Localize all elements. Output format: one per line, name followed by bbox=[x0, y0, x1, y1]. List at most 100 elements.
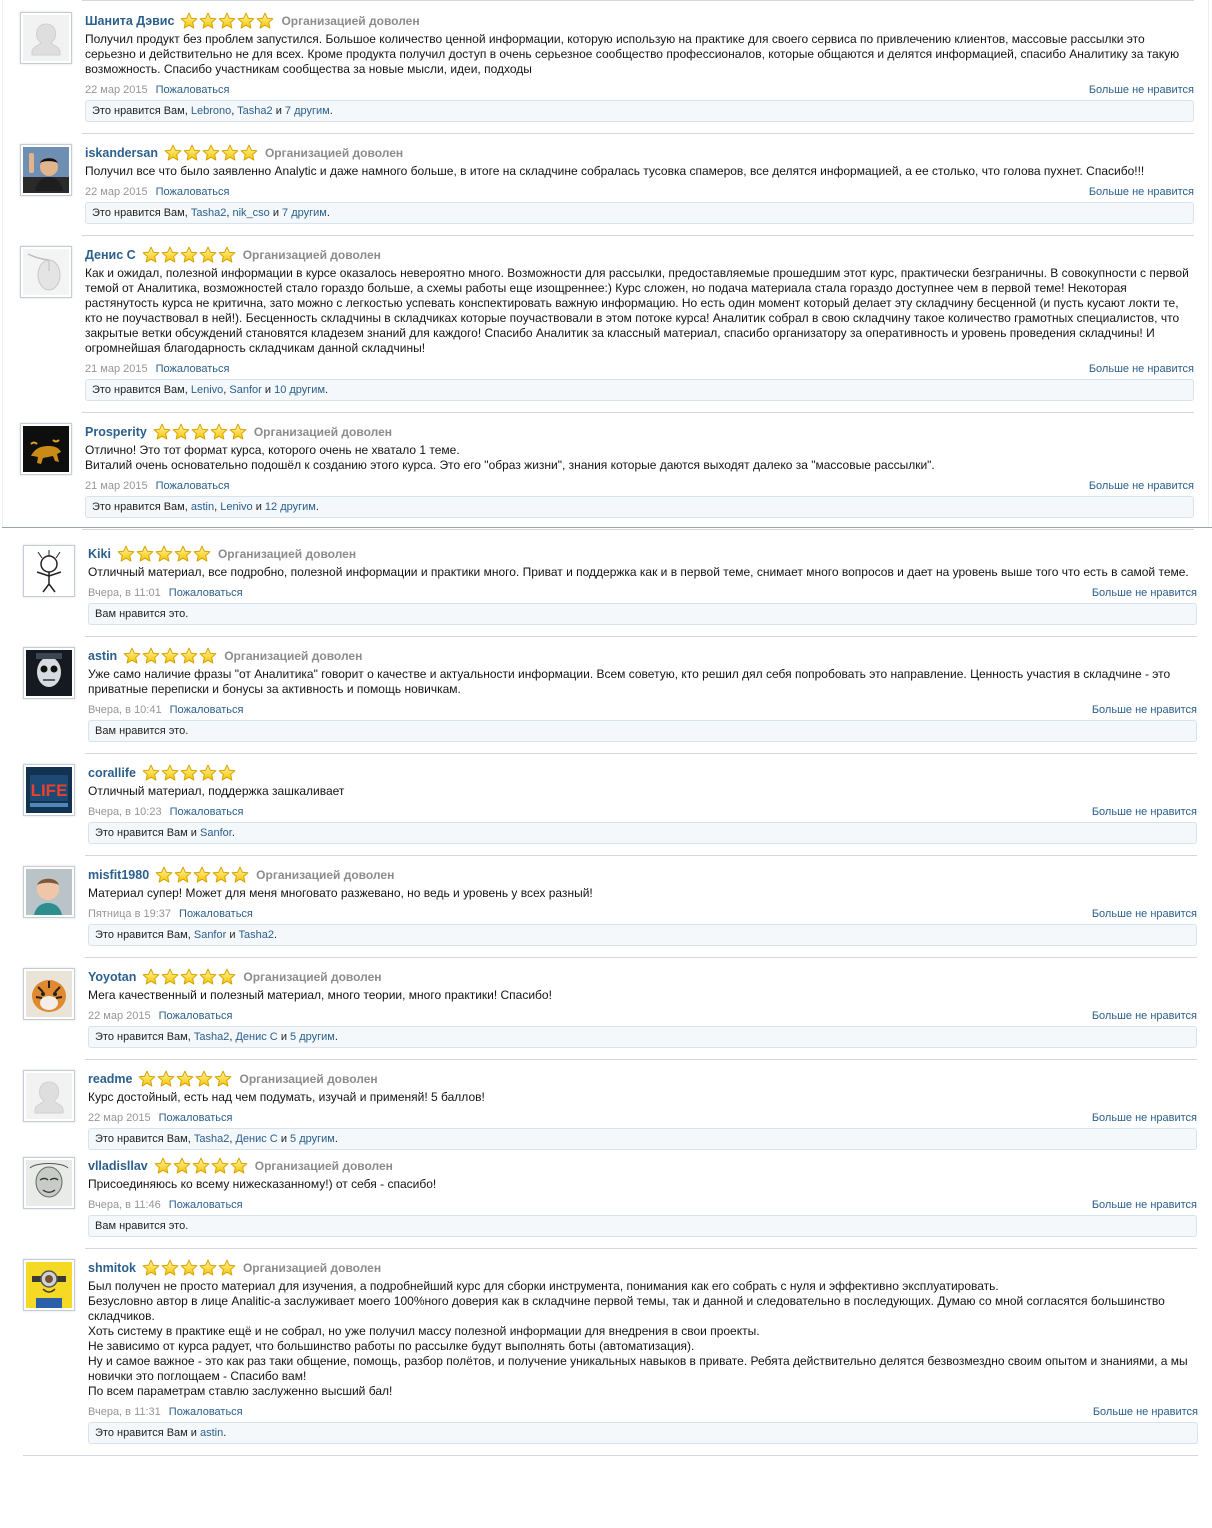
report-link[interactable]: Пожаловаться bbox=[159, 1010, 233, 1022]
like-user-link[interactable]: Денис С bbox=[235, 1031, 277, 1043]
like-user-link[interactable]: Sanfor bbox=[200, 827, 232, 839]
like-user-link[interactable]: astin bbox=[191, 501, 214, 513]
report-link[interactable]: Пожаловаться bbox=[179, 908, 253, 920]
avatar[interactable] bbox=[20, 423, 72, 475]
review-date[interactable]: 22 мар 2015 bbox=[88, 1112, 151, 1124]
report-link[interactable]: Пожаловаться bbox=[156, 84, 230, 96]
review-date[interactable]: Вчера, в 11:46 bbox=[88, 1199, 161, 1211]
star-icon bbox=[199, 1259, 218, 1276]
avatar[interactable] bbox=[23, 1157, 75, 1209]
review-date[interactable]: Вчера, в 10:41 bbox=[88, 704, 162, 716]
like-user-link[interactable]: nik_cso bbox=[232, 207, 269, 219]
report-link[interactable]: Пожаловаться bbox=[156, 186, 230, 198]
unlike-link[interactable]: Больше не нравится bbox=[1092, 1109, 1197, 1127]
star-icon bbox=[195, 1070, 214, 1087]
like-user-link[interactable]: Tasha2 bbox=[194, 1031, 229, 1043]
review-paragraph: Отличный материал, все подробно, полезно… bbox=[88, 565, 1189, 579]
review-header: Prosperity Организацией доволен bbox=[85, 423, 1194, 443]
unlike-link[interactable]: Больше не нравится bbox=[1093, 1403, 1198, 1421]
default-user-silhouette-icon bbox=[23, 15, 69, 61]
review-date[interactable]: 22 мар 2015 bbox=[85, 186, 148, 198]
unlike-link[interactable]: Больше не нравится bbox=[1089, 360, 1194, 378]
unlike-link[interactable]: Больше не нравится bbox=[1089, 183, 1194, 201]
unlike-link[interactable]: Больше не нравится bbox=[1092, 701, 1197, 719]
likes-others-link[interactable]: 5 другим bbox=[290, 1133, 335, 1145]
unlike-link[interactable]: Больше не нравится bbox=[1092, 584, 1197, 602]
author-name[interactable]: Kiki bbox=[88, 547, 111, 561]
likes-others-link[interactable]: 10 другим bbox=[274, 384, 325, 396]
like-user-link[interactable]: astin bbox=[200, 1427, 223, 1439]
avatar[interactable]: LIFE bbox=[23, 764, 75, 816]
like-user-link[interactable]: Lenivo bbox=[191, 384, 223, 396]
like-user-link[interactable]: Tasha2 bbox=[239, 929, 274, 941]
rating-text: Организацией доволен bbox=[264, 146, 404, 160]
author-name[interactable]: Шанита Дэвис bbox=[85, 14, 174, 28]
unlike-link[interactable]: Больше не нравится bbox=[1089, 477, 1194, 495]
avatar[interactable] bbox=[23, 866, 75, 918]
review-content: Kiki Организацией доволен Отличный материа… bbox=[88, 545, 1197, 625]
like-user-link[interactable]: Tasha2 bbox=[191, 207, 226, 219]
review-date[interactable]: Вчера, в 11:01 bbox=[88, 587, 161, 599]
like-user-link[interactable]: Tasha2 bbox=[237, 105, 272, 117]
likes-others-link[interactable]: 12 другим bbox=[265, 501, 316, 513]
like-user-link[interactable]: Lenivo bbox=[220, 501, 252, 513]
avatar[interactable] bbox=[23, 647, 75, 699]
review-item: Prosperity Организацией доволен Отлично! Э… bbox=[20, 423, 1194, 530]
star-icon bbox=[240, 144, 259, 161]
report-link[interactable]: Пожаловаться bbox=[159, 1112, 233, 1124]
like-user-link[interactable]: Lebrono bbox=[191, 105, 231, 117]
star-icon bbox=[161, 968, 180, 985]
review-content: Денис С Организацией доволен Как и ожидал,… bbox=[85, 246, 1194, 401]
unlike-link[interactable]: Больше не нравится bbox=[1092, 803, 1197, 821]
avatar[interactable] bbox=[20, 12, 72, 64]
review-text: Материал супер! Может для меня многовато… bbox=[88, 886, 1197, 901]
author-name[interactable]: Prosperity bbox=[85, 425, 147, 439]
review-date[interactable]: Пятница в 19:37 bbox=[88, 908, 171, 920]
star-icon bbox=[218, 968, 237, 985]
unlike-link[interactable]: Больше не нравится bbox=[1089, 81, 1194, 99]
likes-others-link[interactable]: 5 другим bbox=[290, 1031, 335, 1043]
review-date[interactable]: 22 мар 2015 bbox=[88, 1010, 151, 1022]
review-date[interactable]: 21 мар 2015 bbox=[85, 363, 148, 375]
avatar[interactable] bbox=[23, 545, 75, 597]
author-name[interactable]: vlladisllav bbox=[88, 1159, 148, 1173]
likes-others-link[interactable]: 7 другим bbox=[282, 207, 327, 219]
review-date[interactable]: Вчера, в 10:23 bbox=[88, 806, 162, 818]
report-link[interactable]: Пожаловаться bbox=[169, 1199, 243, 1211]
author-name[interactable]: corallife bbox=[88, 766, 136, 780]
review-date[interactable]: Вчера, в 11:31 bbox=[88, 1406, 161, 1418]
report-link[interactable]: Пожаловаться bbox=[156, 363, 230, 375]
author-name[interactable]: Yoyotan bbox=[88, 970, 136, 984]
review-header: shmitok Организацией доволен bbox=[88, 1259, 1198, 1279]
author-name[interactable]: misfit1980 bbox=[88, 868, 149, 882]
report-link[interactable]: Пожаловаться bbox=[170, 806, 244, 818]
unlike-link[interactable]: Больше не нравится bbox=[1092, 905, 1197, 923]
unlike-link[interactable]: Больше не нравится bbox=[1092, 1196, 1197, 1214]
author-name[interactable]: Денис С bbox=[85, 248, 136, 262]
review-date[interactable]: 21 мар 2015 bbox=[85, 480, 148, 492]
avatar[interactable] bbox=[23, 968, 75, 1020]
avatar[interactable] bbox=[20, 246, 72, 298]
author-name[interactable]: astin bbox=[88, 649, 117, 663]
like-user-link[interactable]: Денис С bbox=[235, 1133, 277, 1145]
author-name[interactable]: iskandersan bbox=[85, 146, 158, 160]
avatar[interactable] bbox=[23, 1259, 75, 1311]
like-user-link[interactable]: Sanfor bbox=[229, 384, 261, 396]
like-user-link[interactable]: Tasha2 bbox=[194, 1133, 229, 1145]
report-link[interactable]: Пожаловаться bbox=[169, 587, 243, 599]
avatar[interactable] bbox=[23, 1070, 75, 1122]
waving-man-avatar bbox=[23, 147, 69, 193]
avatar[interactable] bbox=[20, 144, 72, 196]
review-separator bbox=[82, 529, 1194, 530]
report-link[interactable]: Пожаловаться bbox=[156, 480, 230, 492]
report-link[interactable]: Пожаловаться bbox=[169, 1406, 243, 1418]
star-icon bbox=[202, 144, 221, 161]
likes-others-link[interactable]: 7 другим bbox=[285, 105, 330, 117]
review-separator bbox=[85, 1248, 1197, 1249]
review-date[interactable]: 22 мар 2015 bbox=[85, 84, 148, 96]
unlike-link[interactable]: Больше не нравится bbox=[1092, 1007, 1197, 1025]
author-name[interactable]: readme bbox=[88, 1072, 132, 1086]
like-user-link[interactable]: Sanfor bbox=[194, 929, 226, 941]
report-link[interactable]: Пожаловаться bbox=[170, 704, 244, 716]
author-name[interactable]: shmitok bbox=[88, 1261, 136, 1275]
